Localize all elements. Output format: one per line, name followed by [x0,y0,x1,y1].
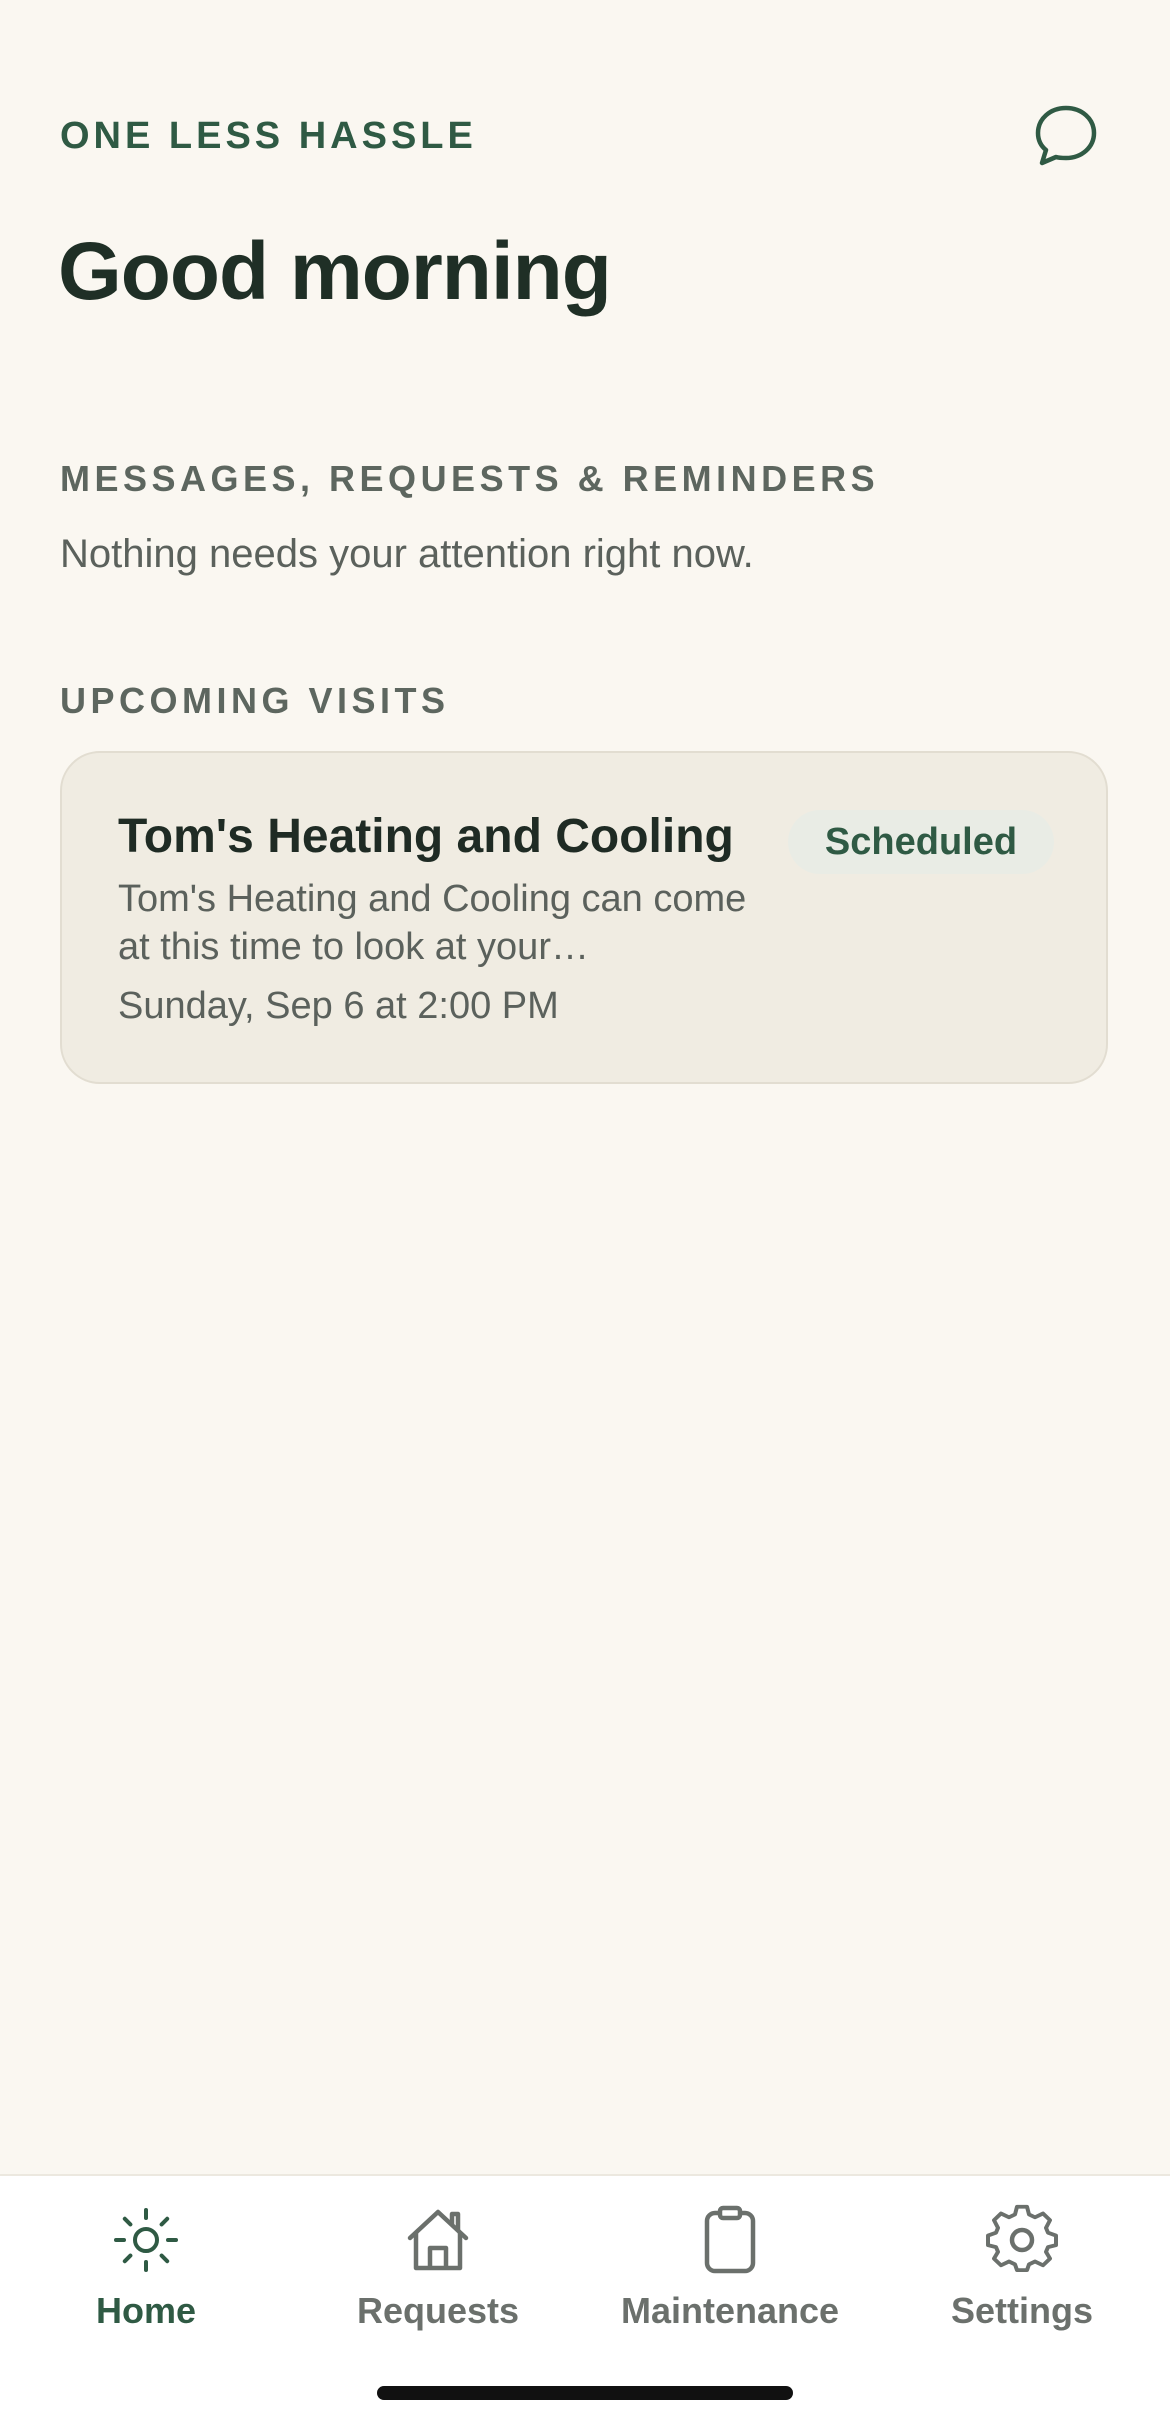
tab-requests[interactable]: Requests [292,2200,584,2350]
tab-requests-label: Requests [356,2290,520,2331]
tab-maintenance[interactable]: Maintenance [584,2200,876,2350]
house-icon [398,2200,478,2280]
visit-datetime: Sunday, Sep 6 at 2:00 PM [118,985,559,1027]
tab-settings-label: Settings [950,2290,1093,2331]
visit-description: Tom's Heating and Cooling can come at th… [118,878,747,968]
chat-bubble-icon [1035,105,1097,166]
home-indicator[interactable] [377,2386,793,2400]
bottom-tab-bar: Home Requests Maintenance Settings [0,2174,1170,2425]
messages-empty-state: Nothing needs your attention right now. [60,532,754,576]
visit-card[interactable]: Tom's Heating and Cooling Scheduled Tom'… [60,751,1108,1084]
clipboard-icon [690,2200,770,2280]
visit-provider-name: Tom's Heating and Cooling [118,810,734,863]
upcoming-visits-label: UPCOMING VISITS [60,680,450,721]
greeting-title: Good morning [58,226,612,317]
home-screen: ONE LESS HASSLE Good morning MESSAGES, R… [0,0,1170,2425]
messages-button[interactable] [1030,100,1102,172]
gear-icon [982,2200,1062,2280]
tab-home-label: Home [95,2290,197,2331]
brand-name: ONE LESS HASSLE [60,115,477,157]
tab-settings[interactable]: Settings [876,2200,1168,2350]
sun-icon [106,2200,186,2280]
status-badge: Scheduled [788,810,1054,874]
tab-home[interactable]: Home [0,2200,292,2350]
messages-section-label: MESSAGES, REQUESTS & REMINDERS [60,458,880,499]
tab-maintenance-label: Maintenance [620,2290,840,2331]
